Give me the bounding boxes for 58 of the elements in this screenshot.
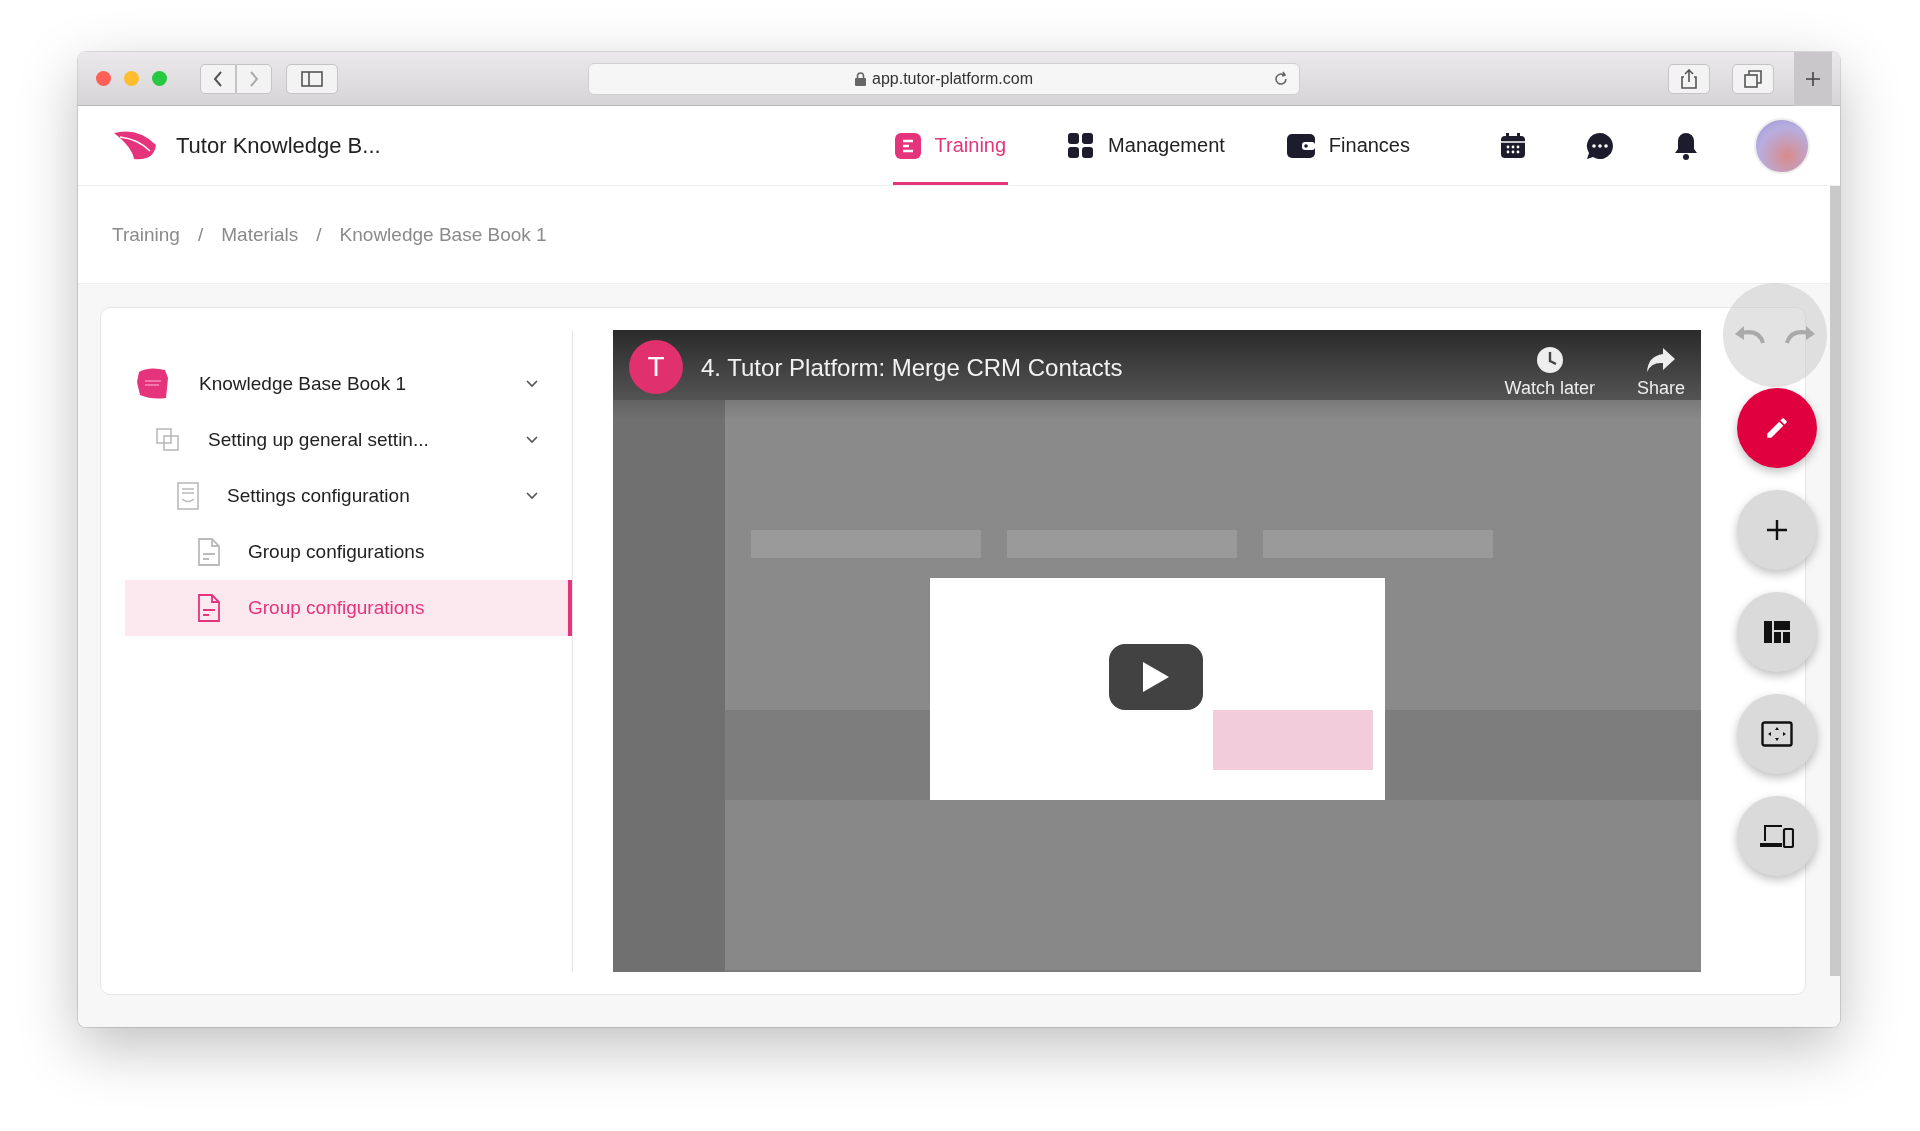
chat-icon (1586, 131, 1614, 160)
breadcrumb-link[interactable]: Knowledge Base Book 1 (339, 223, 547, 246)
grid-icon (1068, 132, 1095, 159)
address-field[interactable]: app.tutor-platform.com (588, 62, 1300, 95)
wing-logo (114, 130, 158, 161)
file-icon (198, 594, 220, 622)
fullscreen-icon (1761, 721, 1793, 747)
breadcrumb-separator: / (197, 223, 204, 246)
breadcrumb-separator: / (316, 223, 322, 246)
tabs-button[interactable] (1732, 63, 1774, 94)
tree-item[interactable]: Setting up general settin... (125, 412, 572, 468)
close-window-button[interactable] (96, 71, 111, 86)
bell-icon (1674, 131, 1698, 160)
list-icon (177, 482, 199, 510)
nav-tab[interactable]: Training (892, 106, 1009, 185)
sidebar-toggle-button[interactable] (286, 63, 338, 94)
tree-item[interactable]: Group configurations (125, 580, 572, 636)
tree-item[interactable]: Group configurations (125, 524, 572, 580)
book-cover-icon (135, 366, 171, 402)
calendar-icon (1500, 132, 1526, 159)
plus-icon (1765, 518, 1789, 542)
video-action-button[interactable]: Watch later (1504, 346, 1595, 399)
chevron-down-icon (526, 436, 538, 444)
devices-icon (1760, 823, 1794, 849)
file-icon (198, 538, 220, 566)
document-icon (894, 132, 921, 159)
video-title[interactable]: 4. Tutor Platform: Merge CRM Contacts (701, 354, 1463, 382)
lock-icon (855, 71, 866, 86)
copy-icon (156, 428, 180, 452)
video-player[interactable]: T 4. Tutor Platform: Merge CRM Contacts Watch later Share (613, 330, 1701, 972)
dashboard-icon (1764, 621, 1790, 643)
scrollbar[interactable] (1830, 186, 1840, 976)
video-action-button[interactable]: Share (1636, 346, 1685, 399)
redo-icon (1785, 325, 1817, 345)
new-tab-button[interactable] (1794, 52, 1832, 106)
tree-item[interactable]: Settings configuration (125, 468, 572, 524)
share-icon (1644, 346, 1677, 374)
undo-icon (1733, 325, 1765, 345)
chevron-down-icon (526, 380, 538, 388)
play-button[interactable] (1109, 644, 1203, 710)
reload-icon[interactable] (1273, 70, 1289, 87)
play-icon (1143, 662, 1169, 692)
pencil-icon (1764, 415, 1790, 441)
plus-icon (1805, 70, 1821, 87)
chevron-right-icon (249, 70, 259, 87)
app-title: Tutor Knowledge B... (176, 132, 381, 159)
nav-tab[interactable]: Management (1066, 106, 1227, 185)
share-icon (1681, 68, 1697, 89)
clock-icon (1535, 346, 1564, 374)
nav-tab[interactable]: Finances (1284, 106, 1412, 185)
share-button[interactable] (1668, 63, 1710, 94)
back-button[interactable] (200, 63, 236, 94)
chevron-down-icon (526, 492, 538, 500)
wallet-icon (1286, 133, 1315, 158)
sidebar-icon (301, 70, 323, 87)
tree-item[interactable]: Knowledge Base Book 1 (125, 356, 572, 412)
chevron-left-icon (213, 70, 223, 87)
tabs-icon (1744, 69, 1762, 88)
